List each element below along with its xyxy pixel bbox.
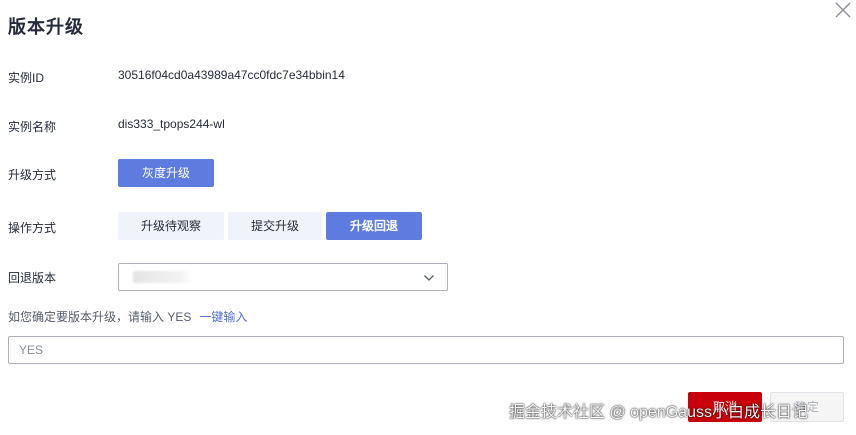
upgrade-mode-label: 升级方式 bbox=[8, 168, 57, 182]
one-click-input-link[interactable]: 一键输入 bbox=[199, 310, 247, 324]
gray-upgrade-button[interactable]: 灰度升级 bbox=[118, 159, 214, 187]
blurred-version-value bbox=[133, 271, 193, 283]
segment-upgrade-observe[interactable]: 升级待观察 bbox=[118, 212, 224, 240]
rollback-version-label: 回退版本 bbox=[8, 271, 57, 285]
watermark: 掘金技术社区 @ openGauss小白成长日记 bbox=[509, 404, 808, 421]
instance-id-label: 实例ID bbox=[8, 71, 45, 85]
dialog-title: 版本升级 bbox=[8, 17, 84, 37]
instance-id-value: 30516f04cd0a43989a47cc0fdc7e34bbin14 bbox=[118, 68, 345, 82]
confirm-input[interactable] bbox=[8, 336, 844, 364]
chevron-down-icon bbox=[423, 271, 435, 289]
operation-mode-label: 操作方式 bbox=[8, 221, 57, 235]
confirm-prompt-text: 如您确定要版本升级，请输入 YES bbox=[8, 310, 192, 324]
close-icon[interactable] bbox=[833, 0, 853, 20]
confirm-prompt: 如您确定要版本升级，请输入 YES 一键输入 bbox=[8, 308, 247, 325]
segment-upgrade-rollback[interactable]: 升级回退 bbox=[326, 212, 422, 240]
segment-commit-upgrade[interactable]: 提交升级 bbox=[228, 212, 322, 240]
instance-name-value: dis333_tpops244-wl bbox=[118, 117, 225, 131]
instance-name-label: 实例名称 bbox=[8, 120, 57, 134]
upgrade-dialog: 版本升级 实例ID 30516f04cd0a43989a47cc0fdc7e34… bbox=[0, 0, 856, 435]
rollback-version-select[interactable] bbox=[118, 263, 448, 291]
